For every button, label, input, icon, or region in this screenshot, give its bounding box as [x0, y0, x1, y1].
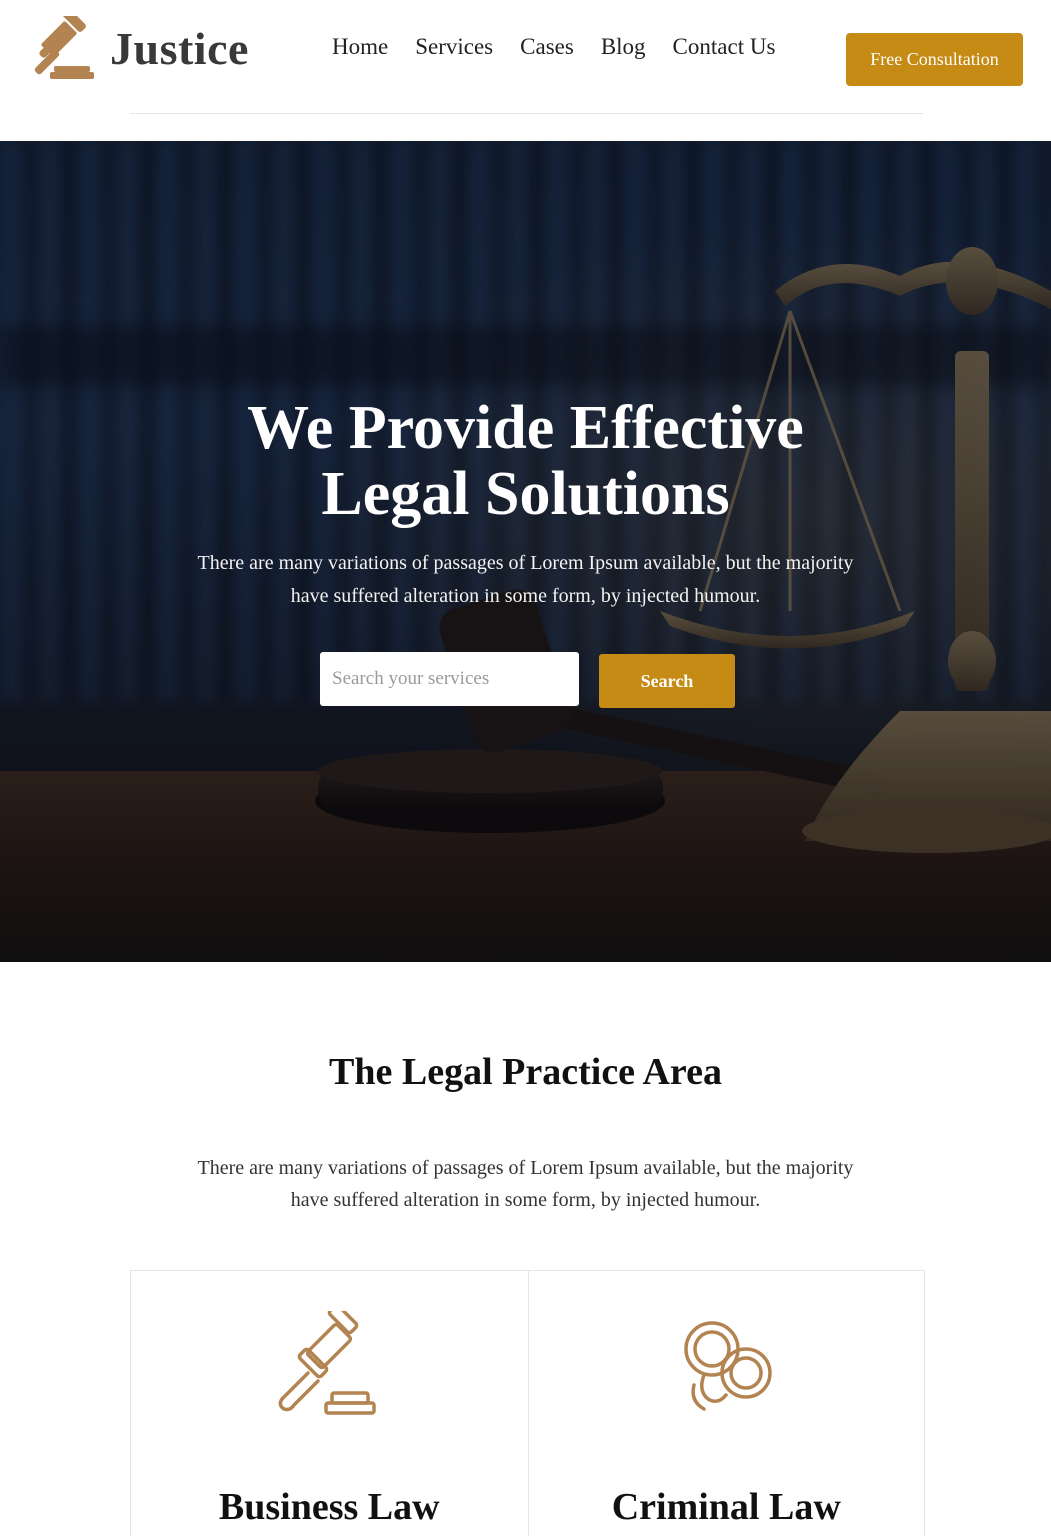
handcuffs-icon	[683, 1321, 772, 1411]
brand-name: Justice	[110, 22, 249, 74]
hero-subtitle-line-2: have suffered alteration in some form, b…	[290, 585, 761, 607]
free-consultation-button[interactable]: Free Consultation	[846, 33, 1023, 86]
gavel-icon	[278, 1311, 376, 1415]
practice-subtitle-line-2: have suffered alteration in some form, b…	[290, 1189, 761, 1211]
header-divider	[130, 113, 923, 114]
practice-card-criminal-law[interactable]: Criminal Law	[527, 1271, 925, 1536]
nav-item-blog[interactable]: Blog	[601, 34, 646, 60]
main-nav: Home Services Cases Blog Contact Us	[332, 34, 775, 60]
site-header: Justice Home Services Cases Blog Contact…	[0, 0, 1051, 141]
practice-area-subtitle: There are many variations of passages of…	[180, 1152, 871, 1216]
gavel-icon	[34, 16, 94, 79]
nav-item-contact[interactable]: Contact Us	[673, 34, 776, 60]
hero-title-line-2: Legal Solutions	[321, 460, 730, 528]
search-input[interactable]	[320, 652, 579, 706]
practice-area-cards: Business Law Criminal Law	[130, 1270, 925, 1536]
search-button[interactable]: Search	[599, 654, 735, 708]
practice-card-business-law[interactable]: Business Law	[131, 1271, 528, 1536]
practice-card-title: Business Law	[218, 1486, 440, 1528]
practice-subtitle-line-1: There are many variations of passages of…	[197, 1157, 854, 1179]
brand-logo[interactable]: Justice	[30, 16, 249, 80]
nav-item-cases[interactable]: Cases	[520, 34, 574, 60]
hero-subtitle: There are many variations of passages of…	[180, 547, 871, 613]
hero-subtitle-line-1: There are many variations of passages of…	[197, 552, 854, 574]
hero-title: We Provide Effective Legal Solutions	[0, 395, 1051, 527]
practice-card-title: Criminal Law	[611, 1486, 841, 1528]
nav-item-services[interactable]: Services	[415, 34, 493, 60]
hero-section: We Provide Effective Legal Solutions The…	[0, 141, 1051, 962]
practice-area-title: The Legal Practice Area	[329, 1051, 722, 1093]
nav-item-home[interactable]: Home	[332, 34, 388, 60]
hero-title-line-1: We Provide Effective	[247, 394, 804, 462]
